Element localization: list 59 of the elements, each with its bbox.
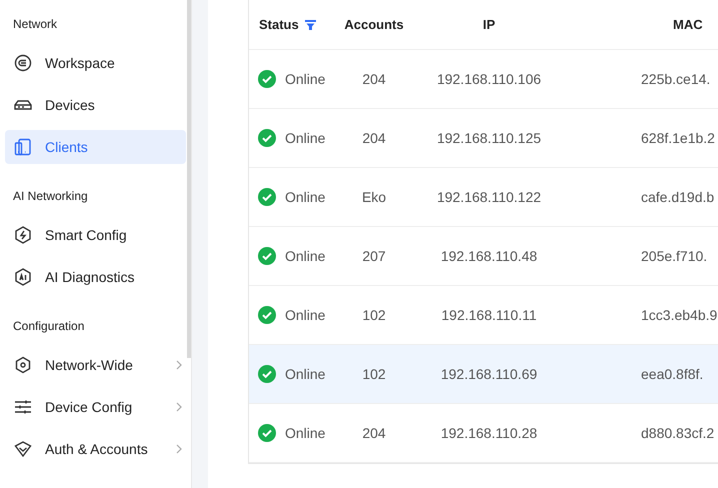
table-cell: 192.168.110.122 [436, 188, 542, 204]
sliders-icon [14, 398, 32, 416]
table-cell: Eko [362, 188, 386, 204]
status-text: Online [285, 70, 326, 88]
table-cell: 204 [362, 70, 386, 86]
table-cell: eea0.8f8f. [641, 366, 704, 382]
table-cell: 102 [362, 366, 386, 382]
table-row[interactable]: Online 102 192.168.110.69 eea0.8f8f. [249, 345, 718, 404]
section-label: AI Networking [12, 188, 89, 205]
table-cell: 225b.ce14. [641, 70, 710, 86]
check-circle-icon [258, 306, 276, 324]
check-circle-icon [258, 70, 276, 88]
status-text: Online [285, 364, 326, 384]
hexagon-icon [14, 356, 32, 374]
lightning-hexagon-icon [14, 226, 32, 244]
status-text: Online [285, 424, 326, 442]
column-header: MAC [673, 16, 703, 32]
section-label: Configuration [12, 318, 86, 335]
status-text: Online [285, 188, 326, 206]
column-header: Accounts [344, 16, 404, 32]
nav-item[interactable]: AI Diagnostics [5, 260, 186, 294]
nav-item[interactable]: Device Config [5, 390, 186, 424]
column-header: IP [482, 16, 496, 32]
table-cell: 207 [362, 248, 386, 264]
phone-tablet-icon [14, 138, 32, 156]
check-circle-icon [258, 188, 276, 206]
nav-item[interactable]: Devices [5, 88, 186, 122]
table-cell: cafe.d19d.b [641, 188, 714, 204]
nav-item[interactable]: Network-Wide [5, 348, 186, 382]
circle-e-icon [14, 54, 32, 72]
status-text: Online [285, 128, 326, 148]
table-cell: 192.168.110.28 [440, 424, 538, 440]
column-header: Status [259, 16, 299, 34]
table-cell: 628f.1e1b.2 [641, 130, 715, 146]
table-cell: 192.168.110.11 [441, 306, 537, 322]
shield-check-icon [14, 440, 32, 458]
table-cell: 205e.f710. [641, 248, 708, 264]
table-cell: 192.168.110.48 [440, 248, 538, 264]
status-text: Online [285, 306, 326, 324]
check-circle-icon [258, 247, 276, 265]
check-circle-icon [258, 129, 276, 147]
table-cell: 192.168.110.106 [436, 70, 542, 86]
check-circle-icon [258, 365, 276, 383]
nav-item[interactable]: Smart Config [5, 218, 186, 252]
table-cell: 1cc3.eb4b.9 [641, 306, 718, 322]
table-cell: 204 [362, 424, 386, 440]
ai-hexagon-icon [14, 268, 32, 286]
table-cell: 192.168.110.69 [440, 366, 538, 382]
nav-item[interactable]: Workspace [5, 46, 186, 80]
table-cell: 102 [362, 306, 386, 322]
filter-icon[interactable] [304, 20, 316, 30]
section-label: Network [12, 16, 58, 33]
check-circle-icon [258, 424, 276, 442]
status-text: Online [285, 246, 326, 266]
nav-item[interactable]: Auth & Accounts [5, 432, 186, 466]
table-cell: 204 [362, 130, 386, 146]
table-cell: 192.168.110.125 [436, 130, 542, 146]
nav-item[interactable]: Clients [5, 130, 186, 164]
table-cell: d880.83cf.2 [641, 424, 714, 440]
